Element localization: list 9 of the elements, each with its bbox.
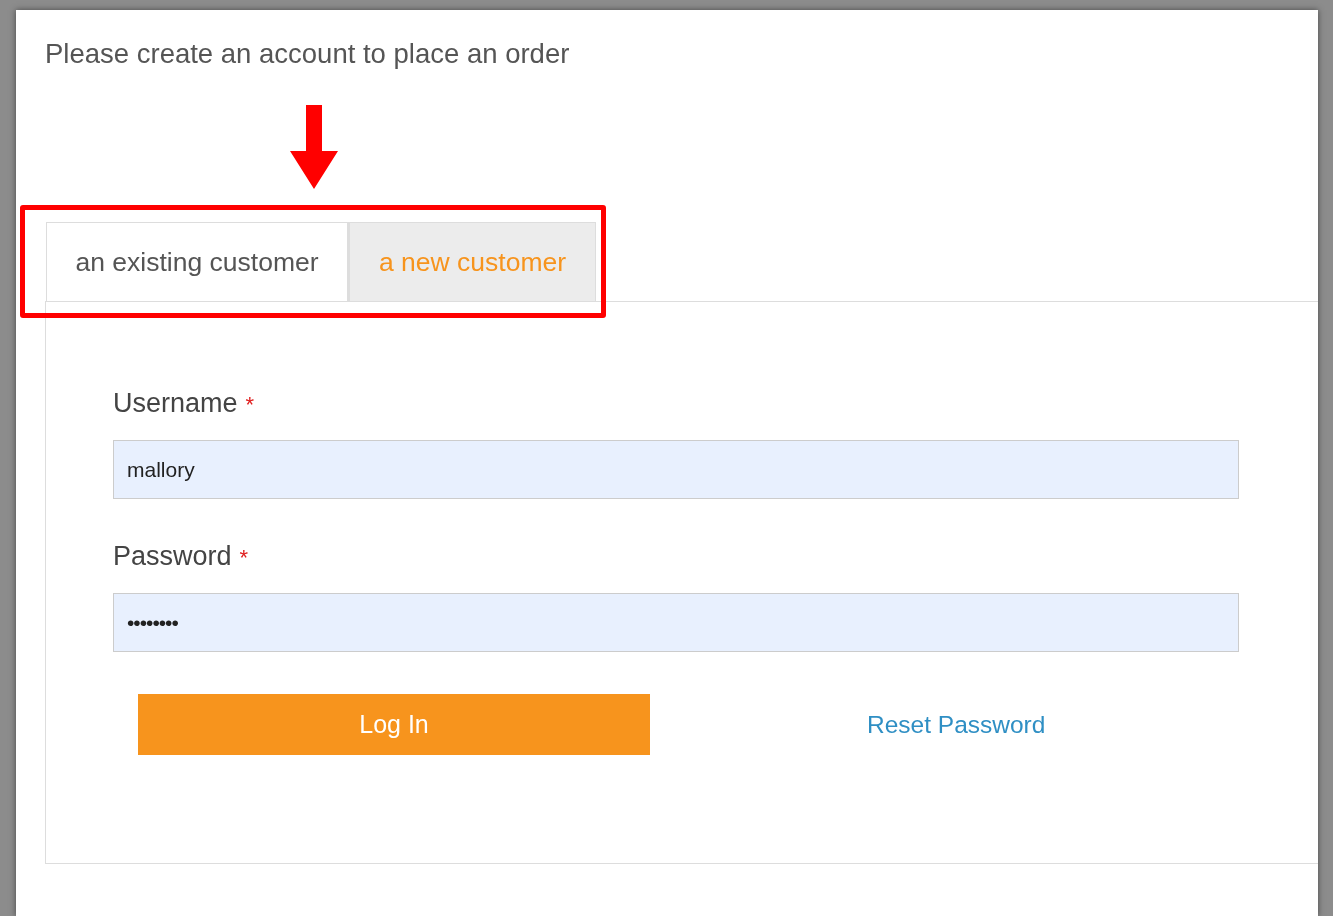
input-field[interactable]: •••••••• (113, 593, 1239, 652)
tab[interactable]: an existing customer (46, 222, 348, 301)
field-label: Username * (113, 388, 256, 420)
field-label: Password * (113, 541, 250, 573)
page-heading: Please create an account to place an order (45, 38, 571, 71)
reset-password-link[interactable]: Reset Password (867, 710, 1046, 739)
required-mark: * (245, 392, 255, 417)
required-mark: * (239, 545, 249, 570)
input-field[interactable]: mallory (113, 440, 1239, 499)
